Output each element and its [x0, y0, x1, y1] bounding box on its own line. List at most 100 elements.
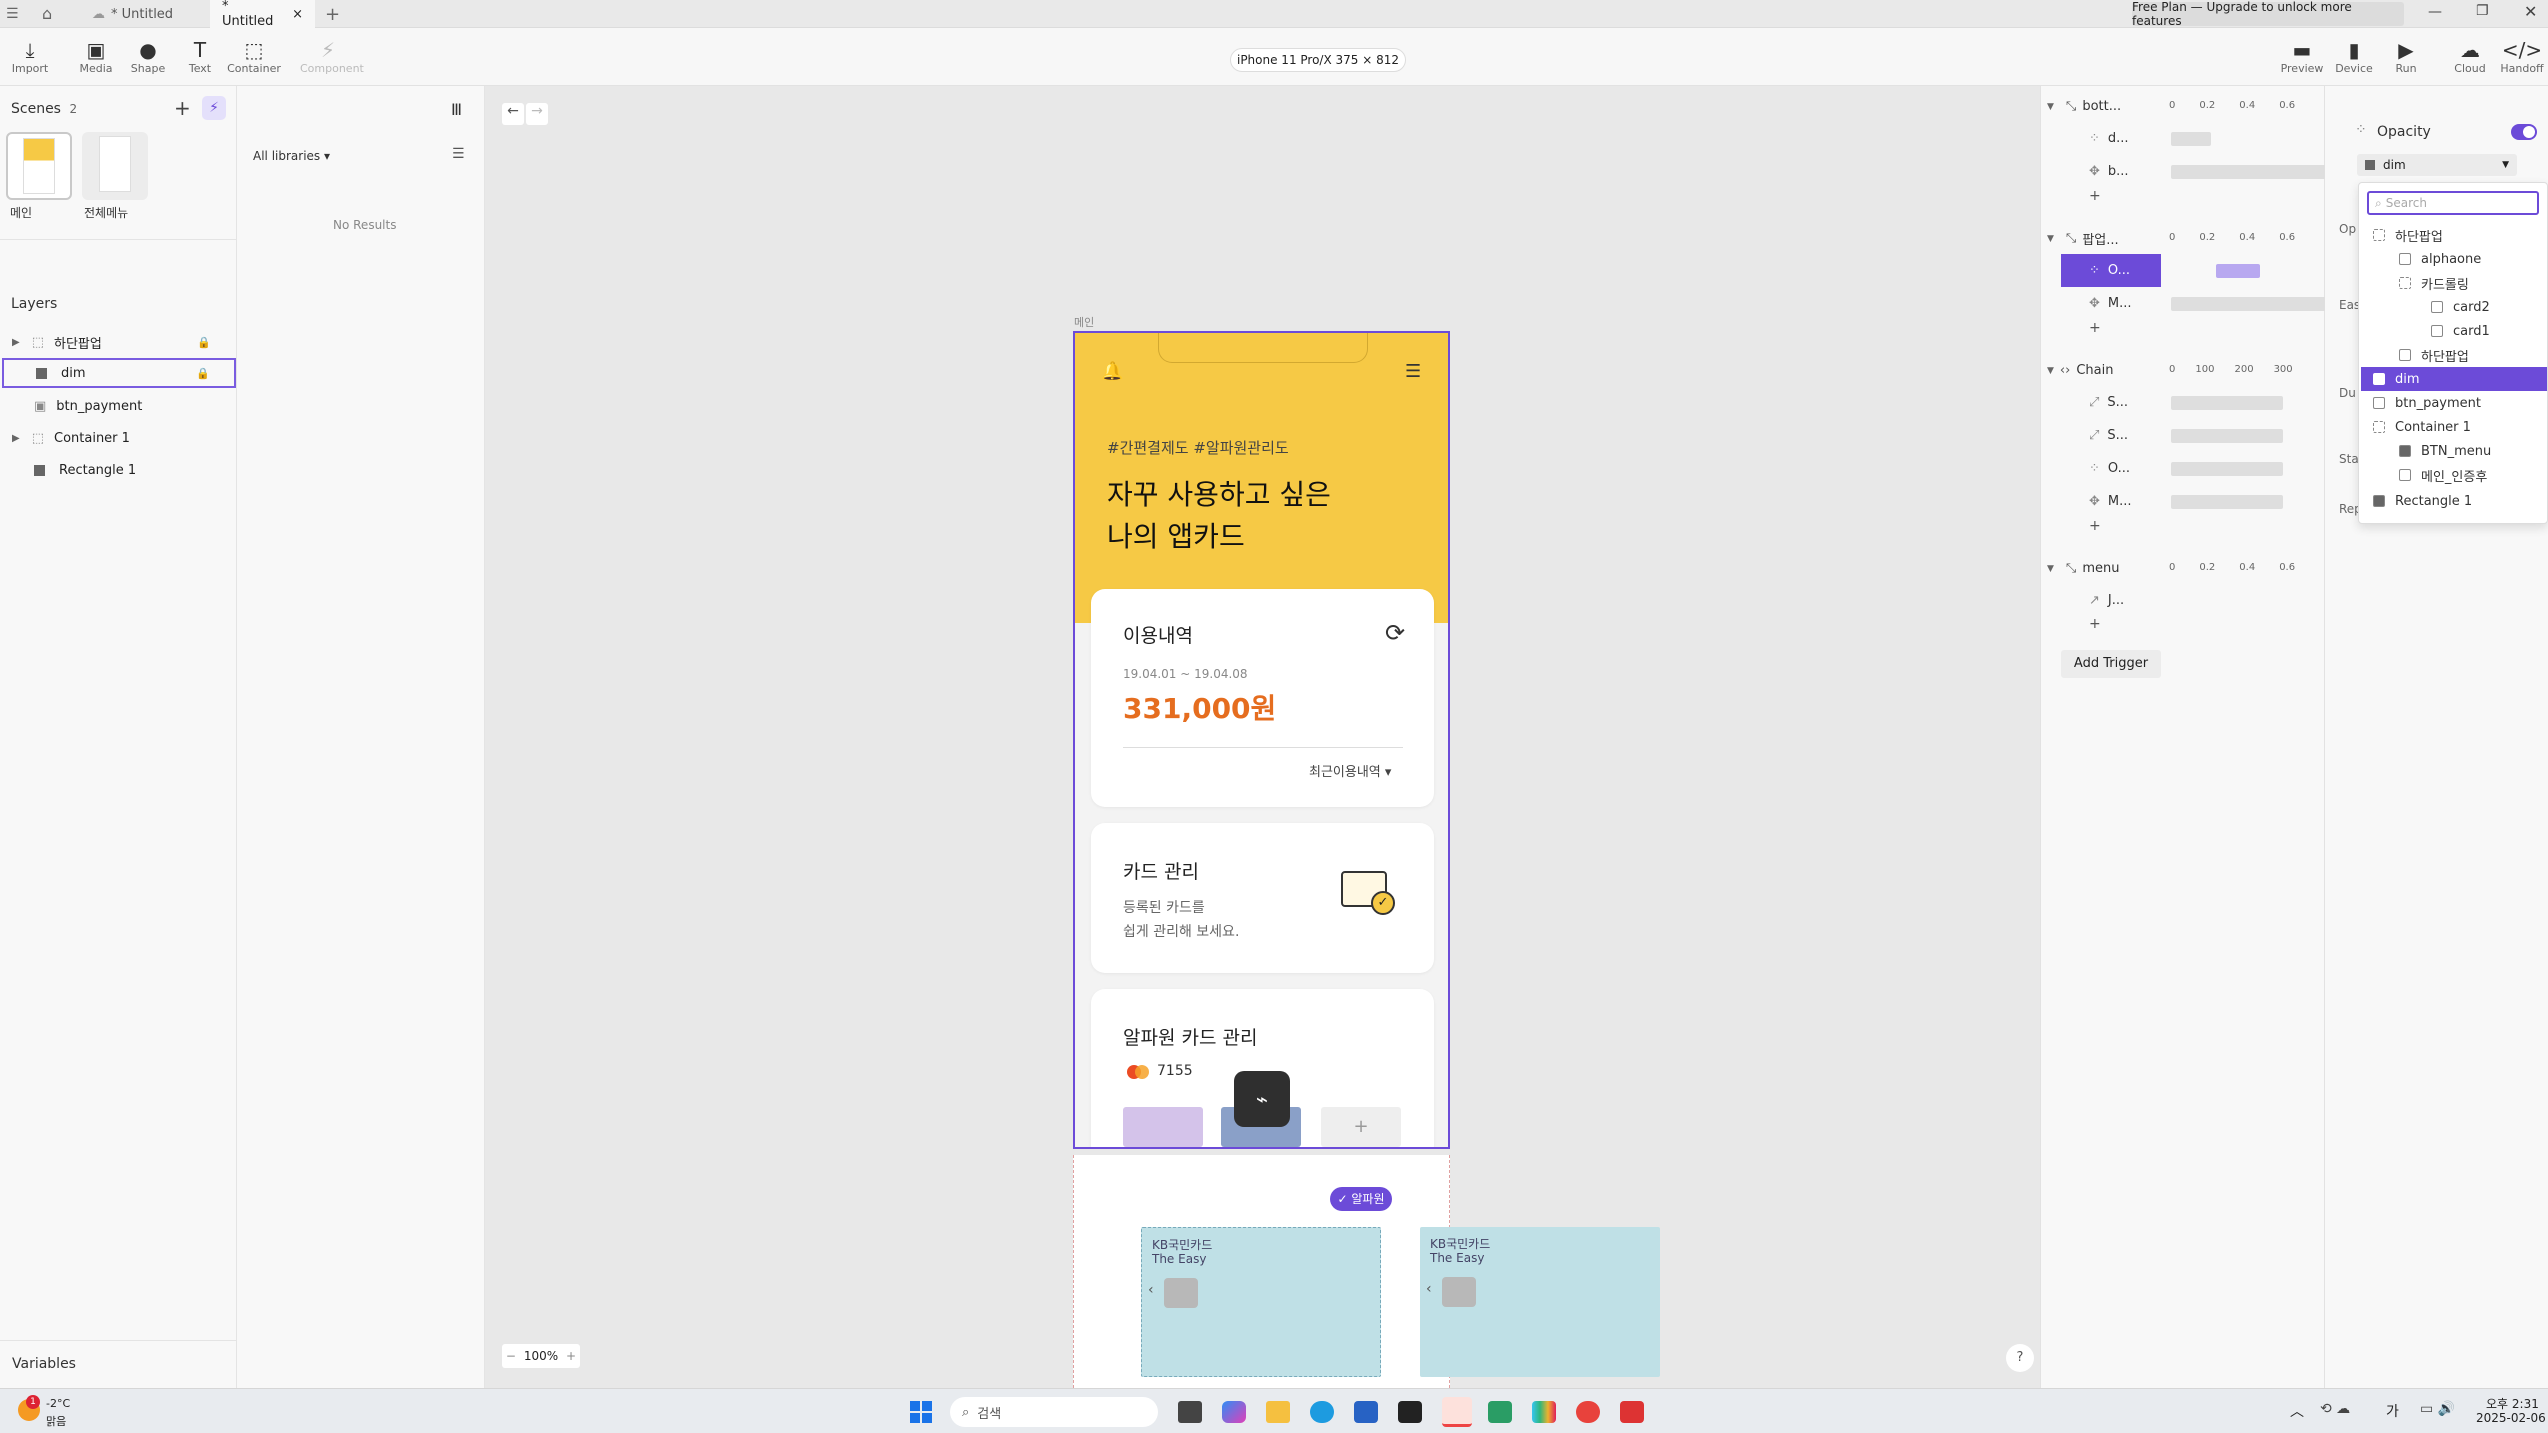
menu-icon[interactable]: ☰	[6, 6, 19, 22]
taskbar-app-edge[interactable]	[1310, 1401, 1334, 1423]
hamburger-icon[interactable]: ☰	[1405, 361, 1421, 382]
add-animation-icon[interactable]: +	[2089, 320, 2101, 336]
timeline-bar[interactable]	[2171, 495, 2283, 509]
timeline-row[interactable]: ✥ b...	[2089, 155, 2129, 188]
layer-row[interactable]: ▣ btn_payment	[0, 390, 237, 422]
dropdown-item[interactable]: Container 1	[2373, 415, 2471, 439]
dropdown-item[interactable]: alphaone	[2399, 247, 2481, 271]
taskbar-app-store[interactable]	[1354, 1401, 1378, 1423]
taskbar-app-slack[interactable]	[1532, 1401, 1556, 1423]
payment-button[interactable]: ⌁	[1234, 1071, 1290, 1127]
tray-chevron-icon[interactable]: ︿	[2290, 1401, 2304, 1421]
timeline-row[interactable]: ⤢ S...	[2089, 386, 2128, 419]
container-button[interactable]: ⬚ Container	[226, 38, 282, 75]
taskbar-app-tool[interactable]	[1620, 1401, 1644, 1423]
maximize-icon[interactable]: ❐	[2476, 3, 2489, 19]
add-trigger-button[interactable]: Add Trigger	[2061, 650, 2161, 678]
tab-untitled-2[interactable]: * Untitled ×	[210, 0, 315, 29]
network-volume-icons[interactable]: ▭ 🔊	[2420, 1401, 2455, 1417]
help-button[interactable]: ?	[2006, 1344, 2034, 1372]
taskbar-search[interactable]: ⌕ 검색	[950, 1397, 1158, 1427]
usage-card[interactable]: 이용내역 ⟳ 19.04.01 ~ 19.04.08 331,000원 최근이용…	[1091, 589, 1434, 807]
import-button[interactable]: ⤓ Import	[2, 38, 58, 75]
scene-thumb-menu[interactable]	[82, 132, 148, 200]
component-button[interactable]: ⚡ Component	[300, 38, 364, 75]
dropdown-item[interactable]: Rectangle 1	[2373, 489, 2472, 513]
timeline-row[interactable]: ✥ M...	[2089, 287, 2132, 320]
expand-icon[interactable]: ▶	[12, 337, 20, 348]
minimize-icon[interactable]: —	[2428, 4, 2442, 20]
bell-icon[interactable]: 🔔	[1101, 361, 1123, 382]
dropdown-item-selected[interactable]: dim	[2361, 367, 2547, 391]
dropdown-item[interactable]: btn_payment	[2373, 391, 2481, 415]
taskbar-app-copilot[interactable]	[1222, 1401, 1246, 1423]
dropdown-item[interactable]: 메인_인증후	[2399, 463, 2487, 487]
card-thumb-1[interactable]	[1123, 1107, 1203, 1147]
timeline-bar[interactable]	[2171, 462, 2283, 476]
target-dropdown[interactable]: ⌕ Search 하단팝업 alphaone 카드롤링 card2 card1 하…	[2358, 182, 2548, 524]
add-card-button[interactable]: +	[1321, 1107, 1401, 1147]
lock-icon[interactable]: 🔒	[197, 336, 211, 349]
tray-icons[interactable]: ⟲ ☁	[2320, 1401, 2350, 1417]
timeline-bar[interactable]	[2171, 396, 2283, 410]
zoom-control[interactable]: −100% +	[502, 1344, 580, 1368]
taskbar-app-explorer[interactable]	[1266, 1401, 1290, 1423]
timeline-bar[interactable]	[2171, 297, 2326, 311]
add-tab-icon[interactable]: +	[325, 4, 340, 25]
collapse-icon[interactable]: ▼	[2047, 102, 2054, 112]
timeline-row[interactable]: ⤢ S...	[2089, 419, 2128, 452]
dropdown-search[interactable]: ⌕ Search	[2367, 191, 2539, 215]
timeline-bar-selected[interactable]	[2216, 264, 2260, 278]
add-animation-icon[interactable]: +	[2089, 616, 2101, 632]
clock-time[interactable]: 오후 2:31	[2486, 1395, 2539, 1412]
taskbar-app-vivaldi[interactable]	[1576, 1401, 1600, 1423]
expand-icon[interactable]: ▶	[12, 433, 20, 444]
device-selector[interactable]: iPhone 11 Pro/X 375 × 812	[1230, 48, 1406, 72]
close-window-icon[interactable]: ✕	[2524, 2, 2537, 21]
lightning-icon[interactable]: ⚡	[202, 96, 226, 120]
device-button[interactable]: ▮ Device	[2326, 38, 2382, 75]
timeline-bar[interactable]	[2171, 429, 2283, 443]
layer-row[interactable]: ▶ ⬚ 하단팝업 🔒	[0, 326, 237, 358]
timeline-bar[interactable]	[2171, 165, 2326, 179]
taskbar-app-notes[interactable]	[1488, 1401, 1512, 1423]
collapse-icon[interactable]: ▼	[2047, 366, 2054, 376]
timeline-row-selected[interactable]: ⁘ O...	[2061, 254, 2161, 287]
dropdown-item[interactable]: card2	[2431, 295, 2490, 319]
zoom-out-icon[interactable]: −	[506, 1349, 516, 1363]
preview-button[interactable]: ▬ Preview	[2274, 38, 2330, 75]
upgrade-banner[interactable]: Free Plan — Upgrade to unlock more featu…	[2132, 0, 2404, 28]
back-button[interactable]: ←	[502, 103, 524, 125]
timeline-bar[interactable]	[2171, 132, 2211, 146]
timeline-row[interactable]: ↗ J...	[2089, 584, 2124, 617]
chevron-left-icon[interactable]: ‹	[1148, 1282, 1154, 1298]
timeline-row[interactable]: ⁘ O...	[2089, 452, 2130, 485]
alphaone-badge[interactable]: ✓ 알파원	[1330, 1187, 1392, 1211]
shape-button[interactable]: ● Shape	[120, 38, 176, 75]
run-button[interactable]: ▶ Run	[2378, 38, 2434, 75]
clock-date[interactable]: 2025-02-06	[2476, 1411, 2546, 1425]
add-animation-icon[interactable]: +	[2089, 188, 2101, 204]
refresh-icon[interactable]: ⟳	[1385, 619, 1405, 647]
handoff-button[interactable]: </> Handoff	[2494, 38, 2548, 75]
recent-usage-dropdown[interactable]: 최근이용내역 ▾	[1309, 761, 1391, 780]
taskbar-app-files[interactable]	[1178, 1401, 1202, 1423]
windows-start-icon[interactable]	[910, 1401, 932, 1423]
collapse-icon[interactable]: ▼	[2047, 234, 2054, 244]
dropdown-item[interactable]: card1	[2431, 319, 2490, 343]
target-select[interactable]: dim ▼	[2357, 154, 2517, 176]
media-button[interactable]: ▣ Media	[68, 38, 124, 75]
timeline-row[interactable]: ⁘ d...	[2089, 122, 2129, 155]
lock-icon[interactable]: 🔒	[196, 367, 210, 380]
library-filter[interactable]: All libraries ▾	[253, 149, 330, 163]
card-1-layer[interactable]: KB국민카드 The Easy ‹	[1420, 1227, 1660, 1377]
dropdown-item[interactable]: 하단팝업	[2399, 343, 2469, 367]
taskbar-app-protopie[interactable]	[1442, 1397, 1472, 1427]
collapse-icon[interactable]: ▼	[2047, 564, 2054, 574]
dropdown-item[interactable]: 카드롤링	[2399, 271, 2469, 295]
layer-row[interactable]: ▶ ⬚ Container 1	[0, 422, 237, 454]
home-icon[interactable]: ⌂	[42, 4, 52, 23]
taskbar-app-figma[interactable]	[1398, 1401, 1422, 1423]
tab-untitled-1[interactable]: ☁ * Untitled	[80, 0, 200, 28]
toggle-switch[interactable]	[2511, 124, 2537, 140]
